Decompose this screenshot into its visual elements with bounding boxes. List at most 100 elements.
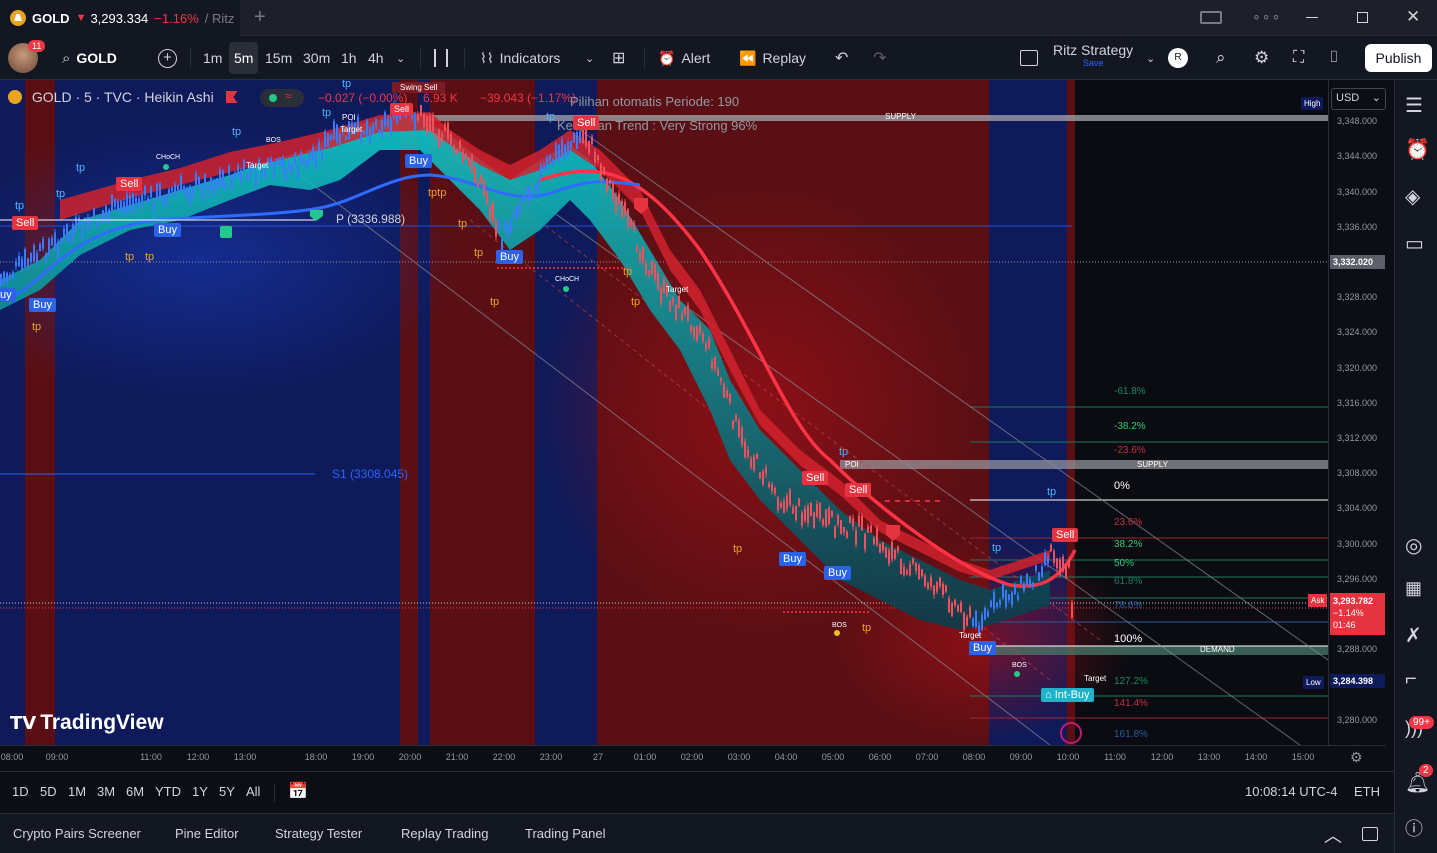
tab-pine-editor[interactable]: Pine Editor: [175, 826, 239, 841]
tp-label: tp: [232, 126, 242, 138]
quick-search-button[interactable]: ⌕: [1216, 36, 1226, 80]
chart-legend: GOLD · 5 · TVC · Heikin Ashi: [8, 89, 244, 105]
tp-label: tp: [490, 296, 500, 308]
time-axis[interactable]: 08:00 09:00 11:00 12:00 13:00 18:00 19:0…: [0, 745, 1386, 769]
watchlist-button[interactable]: ☰: [1405, 93, 1429, 117]
new-tab-button[interactable]: +: [254, 6, 266, 29]
alarm-icon: ⏰: [1405, 139, 1430, 161]
range-5y[interactable]: 5Y: [219, 784, 235, 799]
price-tick: 3,336.000: [1337, 222, 1378, 232]
interval-dropdown[interactable]: ⌄: [396, 36, 405, 80]
tab-trading-panel[interactable]: Trading Panel: [525, 826, 605, 841]
price-axis[interactable]: USD ⌄ High 3,348.000 3,344.000 3,340.000 …: [1301, 80, 1386, 745]
strategy-dropdown[interactable]: ⌄: [1146, 36, 1155, 80]
tradingview-logo-icon: 𝗧𝗩: [10, 713, 37, 733]
range-3m[interactable]: 3M: [97, 784, 115, 799]
chart-tab[interactable]: GOLD ▼ 3,293.334 −1.16% / Ritz: [0, 0, 240, 36]
tp-label: tp: [458, 218, 468, 230]
undo-button[interactable]: ↶: [835, 36, 848, 80]
time-label: 08:00: [0, 752, 24, 762]
camera-icon: ⌷: [1329, 49, 1339, 66]
legend-toggle[interactable]: ≈: [260, 89, 304, 107]
range-1y[interactable]: 1Y: [192, 784, 208, 799]
strategy-name[interactable]: Ritz Strategy Save: [1053, 43, 1133, 70]
current-price-box: 3,293.782 −1.14% 01:46: [1330, 593, 1385, 635]
templates-button[interactable]: ⊞: [612, 36, 625, 80]
more-icon[interactable]: ∘∘∘: [1252, 8, 1281, 25]
axis-settings-button[interactable]: ⚙: [1350, 749, 1363, 766]
chart-type-button[interactable]: [434, 36, 448, 80]
interval-4h[interactable]: 4h: [368, 36, 384, 80]
range-1d[interactable]: 1D: [12, 784, 29, 799]
price-tick: 3,316.000: [1337, 398, 1378, 408]
buy-signal: Buy: [154, 223, 181, 237]
alerts-button[interactable]: ⏰: [1405, 137, 1430, 161]
collapse-panel-button[interactable]: ︿: [1324, 822, 1342, 848]
minimize-button[interactable]: [1306, 17, 1318, 18]
settings-button[interactable]: ⚙: [1254, 36, 1269, 80]
buy-signal: Buy: [405, 154, 432, 168]
tab-replay-trading[interactable]: Replay Trading: [401, 826, 488, 841]
chats-button[interactable]: ▭: [1405, 231, 1429, 255]
target-button[interactable]: ◎: [1405, 533, 1429, 557]
time-label: 23:00: [539, 752, 563, 762]
bottom-panel-tabs: Crypto Pairs Screener Pine Editor Strate…: [0, 813, 1394, 853]
maximize-button[interactable]: [1357, 12, 1368, 23]
snapshot-button[interactable]: ⌷: [1329, 36, 1339, 80]
strategy-button[interactable]: ⌐: [1405, 668, 1429, 692]
layout-select[interactable]: [1020, 36, 1038, 80]
calendar-button[interactable]: ▦: [1405, 578, 1429, 602]
user-avatar[interactable]: 11: [8, 36, 46, 80]
fib-label: 78.6%: [1114, 600, 1143, 611]
replay-button[interactable]: ⏪ Replay: [739, 36, 806, 80]
interval-15m[interactable]: 15m: [265, 36, 292, 80]
interval-1h[interactable]: 1h: [341, 36, 357, 80]
price-tick: 3,308.000: [1337, 468, 1378, 478]
maximize-panel-button[interactable]: [1362, 827, 1378, 841]
tab-change: −1.16%: [154, 10, 199, 26]
range-1m[interactable]: 1M: [68, 784, 86, 799]
currency-select[interactable]: USD ⌄: [1331, 88, 1386, 110]
divider: [644, 48, 645, 68]
range-all[interactable]: All: [246, 784, 260, 799]
tab-crypto-screener[interactable]: Crypto Pairs Screener: [13, 826, 141, 841]
time-label: 04:00: [774, 752, 798, 762]
redo-button[interactable]: ↷: [873, 36, 886, 80]
price-tick: 3,324.000: [1337, 327, 1378, 337]
tab-strategy-tester[interactable]: Strategy Tester: [275, 826, 362, 841]
plus-circle-icon: +: [158, 48, 177, 68]
help-button[interactable]: ⓘ: [1405, 815, 1429, 839]
user-initial-button[interactable]: R: [1168, 36, 1188, 80]
alert-button[interactable]: ⏰ Alert: [658, 36, 710, 80]
date-range-button[interactable]: 📅: [288, 781, 308, 801]
publish-button[interactable]: Publish: [1365, 44, 1432, 72]
down-arrow-icon: ▼: [75, 12, 87, 24]
legend-change: −39.043 (−1.17%): [480, 91, 577, 105]
interval-30m[interactable]: 30m: [303, 36, 330, 80]
browser-tab-bar: GOLD ▼ 3,293.334 −1.16% / Ritz + ∘∘∘ ✕: [0, 0, 1437, 36]
indicators-button[interactable]: ⌇⌇ Indicators: [480, 36, 560, 80]
legend-title: GOLD · 5 · TVC · Heikin Ashi: [31, 89, 214, 105]
interval-5m[interactable]: 5m: [229, 42, 259, 74]
session-button[interactable]: ETH: [1354, 784, 1380, 799]
indicators-dropdown[interactable]: ⌄: [585, 36, 594, 80]
choch-label: CHoCH: [156, 154, 181, 161]
object-tree-button[interactable]: ◈: [1405, 184, 1429, 208]
range-ytd[interactable]: YTD: [155, 784, 181, 799]
interval-1m[interactable]: 1m: [203, 36, 222, 80]
range-6m[interactable]: 6M: [126, 784, 144, 799]
close-window-button[interactable]: ✕: [1406, 7, 1420, 27]
symbol-search[interactable]: ⌕ GOLD: [62, 36, 117, 80]
ideas-button[interactable]: ✗: [1405, 623, 1429, 647]
clock[interactable]: 10:08:14 UTC-4: [1245, 784, 1338, 799]
time-label: 05:00: [821, 752, 845, 762]
layout-icon[interactable]: [1200, 11, 1222, 24]
fullscreen-button[interactable]: ⛶: [1293, 36, 1304, 80]
fib-label: -61.8%: [1114, 386, 1146, 397]
range-bar: 1D 5D 1M 3M 6M YTD 1Y 5Y All 📅 10:08:14 …: [0, 771, 1394, 811]
chart-area[interactable]: GOLD · 5 · TVC · Heikin Ashi ≈ −0.027 (−…: [0, 80, 1328, 745]
compare-button[interactable]: +: [158, 36, 177, 80]
divider: [420, 48, 421, 68]
range-5d[interactable]: 5D: [40, 784, 57, 799]
red-flag-icon: [225, 91, 238, 103]
